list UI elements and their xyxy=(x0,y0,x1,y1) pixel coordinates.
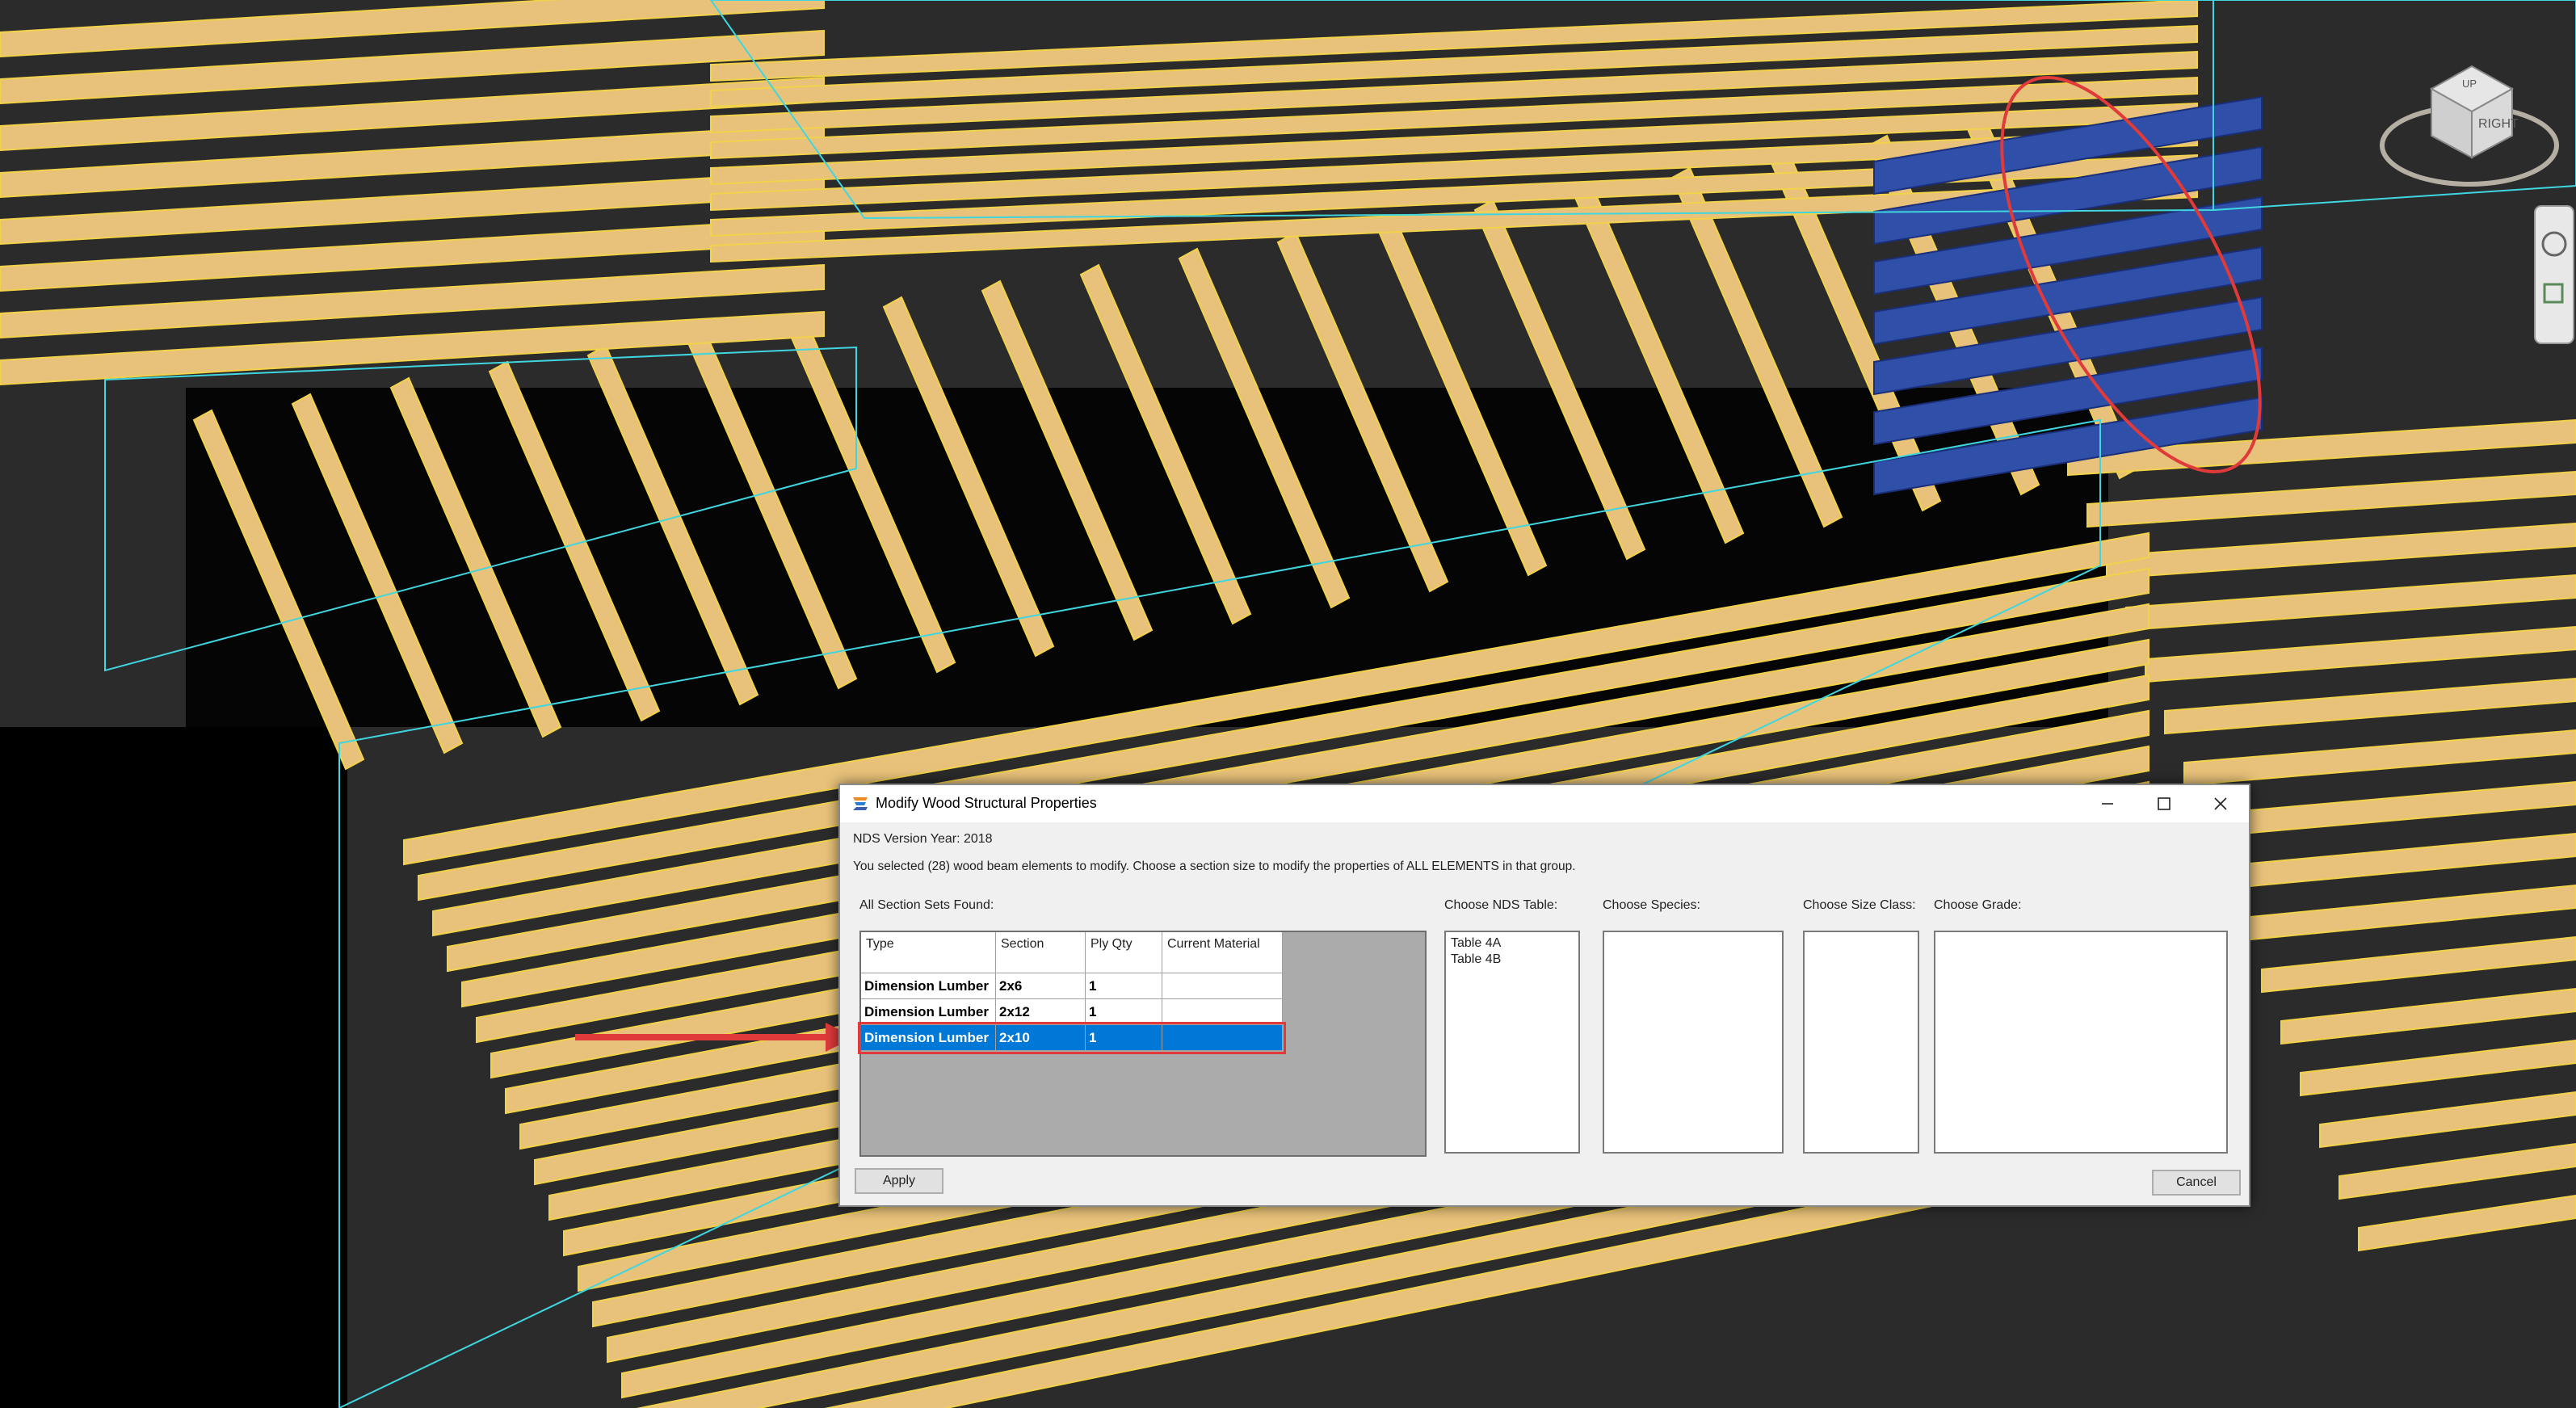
cell-section[interactable]: 2x10 xyxy=(995,1024,1086,1051)
column-header-type[interactable]: Type xyxy=(861,932,996,973)
modify-wood-properties-dialog: Modify Wood Structural Properties NDS Ve… xyxy=(838,784,2250,1207)
cell-ply-qty[interactable]: 1 xyxy=(1085,973,1162,999)
viewcube-top-label: UP xyxy=(2462,78,2477,90)
section-sets-table: Type Section Ply Qty Current Material Di… xyxy=(858,932,1286,1054)
size-class-label: Choose Size Class: xyxy=(1803,898,1916,912)
cell-section[interactable]: 2x12 xyxy=(995,998,1086,1025)
table-row[interactable]: Dimension Lumber 2x12 1 xyxy=(861,998,1283,1025)
cell-section[interactable]: 2x6 xyxy=(995,973,1086,999)
nds-version-label: NDS Version Year: 2018 xyxy=(853,832,993,846)
table-row[interactable]: Dimension Lumber 2x6 1 xyxy=(861,973,1283,999)
cell-ply-qty[interactable]: 1 xyxy=(1085,998,1162,1025)
species-listbox[interactable] xyxy=(1603,931,1784,1154)
minimize-icon xyxy=(2102,803,2113,805)
nds-table-listbox[interactable]: Table 4A Table 4B xyxy=(1444,931,1580,1154)
cancel-button[interactable]: Cancel xyxy=(2152,1170,2241,1196)
maximize-icon xyxy=(2158,797,2170,810)
column-header-current-material[interactable]: Current Material xyxy=(1162,932,1283,973)
title-bar[interactable]: Modify Wood Structural Properties xyxy=(840,785,2249,822)
cell-material[interactable] xyxy=(1162,998,1283,1025)
app-logo-icon xyxy=(853,797,868,810)
cell-type[interactable]: Dimension Lumber xyxy=(861,973,996,999)
instruction-text: You selected (28) wood beam elements to … xyxy=(853,860,1576,873)
cell-material[interactable] xyxy=(1162,973,1283,999)
cell-type[interactable]: Dimension Lumber xyxy=(861,998,996,1025)
nds-table-label: Choose NDS Table: xyxy=(1444,898,1558,912)
minimize-button[interactable] xyxy=(2079,785,2136,822)
species-label: Choose Species: xyxy=(1603,898,1700,912)
dialog-title: Modify Wood Structural Properties xyxy=(876,795,1097,811)
grade-listbox[interactable] xyxy=(1934,931,2228,1154)
cell-material[interactable] xyxy=(1162,1024,1283,1051)
apply-button[interactable]: Apply xyxy=(855,1168,943,1194)
close-icon xyxy=(2214,797,2227,810)
grade-label: Choose Grade: xyxy=(1934,898,2022,912)
column-header-ply-qty[interactable]: Ply Qty xyxy=(1085,932,1162,973)
close-button[interactable] xyxy=(2192,785,2249,822)
section-sets-label: All Section Sets Found: xyxy=(859,898,994,912)
size-class-listbox[interactable] xyxy=(1803,931,1919,1154)
list-item-table-4a[interactable]: Table 4A xyxy=(1446,935,1578,952)
navigation-bar[interactable] xyxy=(2534,205,2574,344)
cell-type[interactable]: Dimension Lumber xyxy=(861,1024,996,1051)
maximize-button[interactable] xyxy=(2136,785,2192,822)
section-sets-grid[interactable]: Type Section Ply Qty Current Material Di… xyxy=(858,931,1427,1157)
list-item-table-4b[interactable]: Table 4B xyxy=(1446,952,1578,968)
table-row-selected[interactable]: Dimension Lumber 2x10 1 xyxy=(858,1021,1286,1054)
column-header-section[interactable]: Section xyxy=(995,932,1086,973)
cell-ply-qty[interactable]: 1 xyxy=(1085,1024,1162,1051)
viewcube-face-label: RIGHT xyxy=(2478,117,2519,131)
